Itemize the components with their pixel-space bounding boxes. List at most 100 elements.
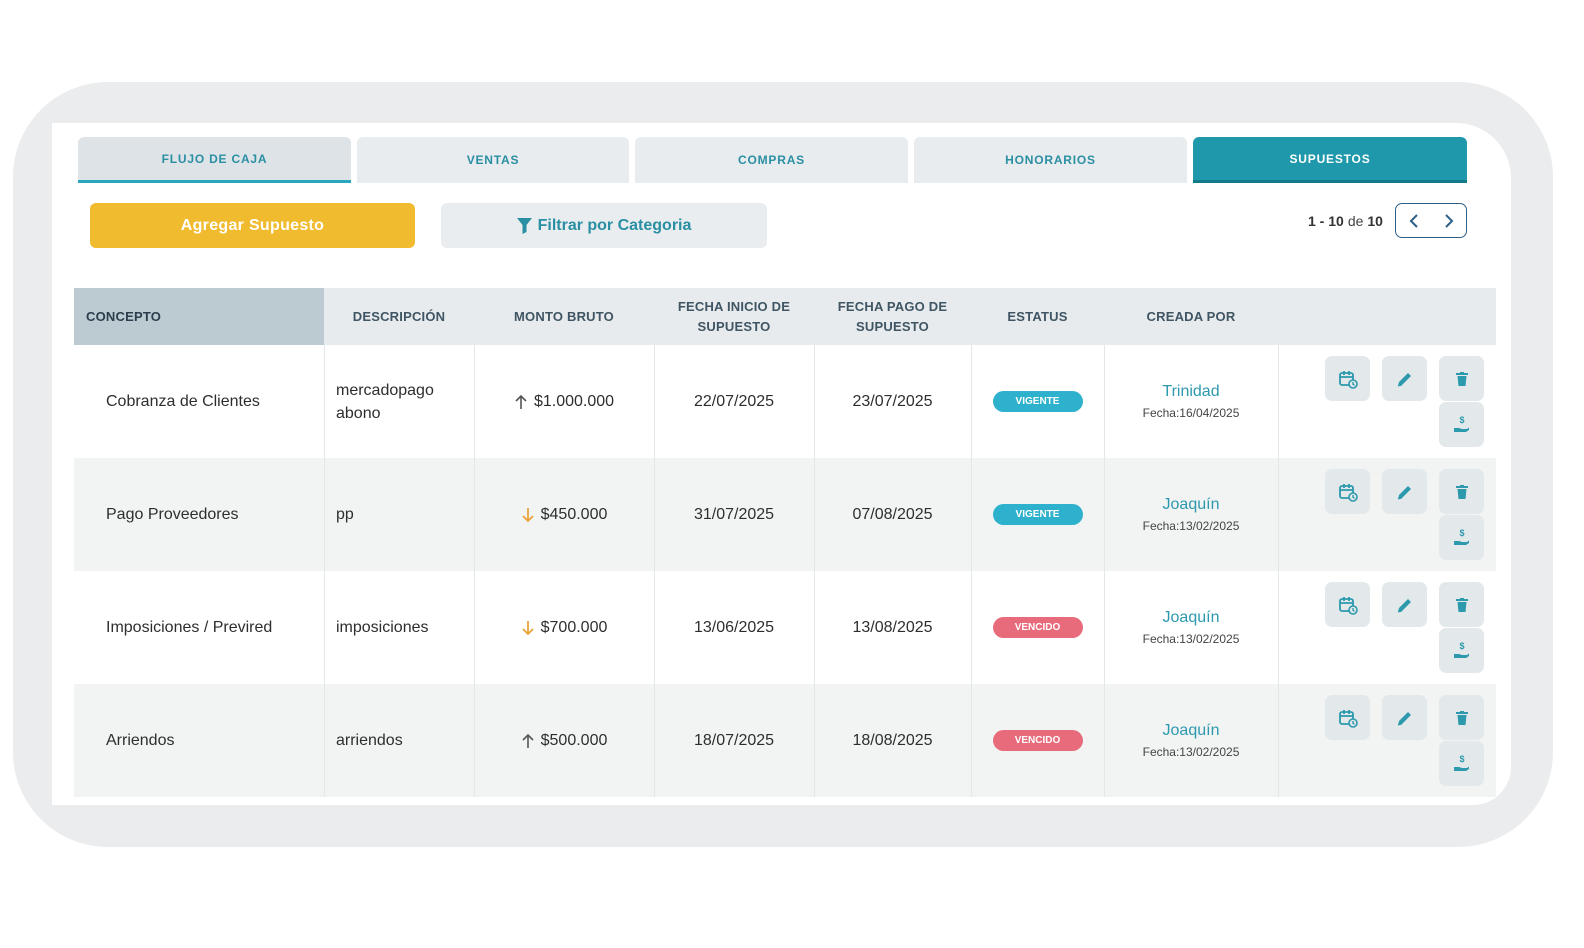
- col-header-fecha-inicio[interactable]: FECHA INICIO DE SUPUESTO: [654, 288, 814, 345]
- fecha-pago-text: 07/08/2025: [852, 505, 933, 523]
- status-badge: VENCIDO: [992, 730, 1083, 751]
- add-supuesto-button[interactable]: Agregar Supuesto: [90, 203, 415, 248]
- cell-fecha-inicio: 18/07/2025: [654, 684, 814, 797]
- cell-fecha-pago: 23/07/2025: [814, 345, 971, 458]
- col-header-descripcion[interactable]: DESCRIPCIÓN: [324, 288, 474, 345]
- hand-money-icon: $: [1452, 754, 1472, 774]
- arrow-up-icon: [514, 394, 528, 410]
- cell-descripcion: imposiciones: [336, 571, 476, 684]
- col-header-estatus[interactable]: ESTATUS: [971, 288, 1104, 345]
- creator-name[interactable]: Joaquín: [1163, 609, 1220, 627]
- creator-name[interactable]: Joaquín: [1163, 496, 1220, 514]
- pencil-icon: [1395, 482, 1415, 502]
- pay-button[interactable]: $: [1439, 402, 1484, 447]
- cell-monto: $1.000.000: [474, 345, 654, 458]
- edit-button[interactable]: [1382, 469, 1427, 514]
- table-header: CONCEPTO DESCRIPCIÓN MONTO BRUTO FECHA I…: [74, 288, 1496, 345]
- prev-page-button[interactable]: [1396, 204, 1431, 237]
- edit-button[interactable]: [1382, 356, 1427, 401]
- delete-button[interactable]: [1439, 469, 1484, 514]
- pay-button[interactable]: $: [1439, 741, 1484, 786]
- cell-monto: $500.000: [474, 684, 654, 797]
- cell-estatus: VENCIDO: [971, 684, 1104, 797]
- concepto-text: Cobranza de Clientes: [106, 392, 260, 410]
- table-row[interactable]: Arriendos arriendos $500.000 18/07/2025 18/0…: [74, 684, 1496, 797]
- delete-button[interactable]: [1439, 356, 1484, 401]
- cell-concepto: Cobranza de Clientes: [106, 345, 324, 458]
- hand-money-icon: $: [1452, 528, 1472, 548]
- pagination-range: 1 - 10: [1308, 213, 1344, 229]
- monto-text: $500.000: [540, 731, 608, 749]
- status-badge: VIGENTE: [992, 391, 1083, 412]
- hand-money-icon: $: [1452, 415, 1472, 435]
- cell-creada-por: Joaquín Fecha:13/02/2025: [1104, 458, 1278, 571]
- next-page-button[interactable]: [1431, 204, 1466, 237]
- reschedule-button[interactable]: [1325, 582, 1370, 627]
- creator-name[interactable]: Trinidad: [1162, 383, 1219, 401]
- delete-button[interactable]: [1439, 582, 1484, 627]
- table-row[interactable]: Pago Proveedores pp $450.000 31/07/2025 07/0…: [74, 458, 1496, 571]
- pay-button[interactable]: $: [1439, 515, 1484, 560]
- tab-ventas[interactable]: VENTAS: [357, 137, 629, 183]
- column-divider: [814, 345, 815, 797]
- reschedule-button[interactable]: [1325, 695, 1370, 740]
- fecha-inicio-text: 31/07/2025: [693, 505, 775, 523]
- created-date: Fecha:13/02/2025: [1142, 632, 1240, 646]
- filter-category-button[interactable]: Filtrar por Categoria: [441, 203, 767, 248]
- cell-fecha-inicio: 13/06/2025: [654, 571, 814, 684]
- svg-text:$: $: [1459, 528, 1464, 538]
- col-header-fecha-inicio-line1: FECHA INICIO DE: [677, 298, 791, 314]
- col-header-concepto[interactable]: CONCEPTO: [74, 288, 324, 345]
- cell-fecha-inicio: 22/07/2025: [654, 345, 814, 458]
- tab-compras[interactable]: COMPRAS: [635, 137, 908, 183]
- pagination-total: 10: [1367, 213, 1383, 229]
- chevron-left-icon: [1409, 213, 1418, 228]
- reschedule-button[interactable]: [1325, 469, 1370, 514]
- cell-estatus: VIGENTE: [971, 345, 1104, 458]
- cell-descripcion: mercadopago abono: [336, 345, 476, 458]
- creator-name[interactable]: Joaquín: [1163, 722, 1220, 740]
- cell-monto: $450.000: [474, 458, 654, 571]
- pencil-icon: [1395, 595, 1415, 615]
- arrow-down-icon: [521, 507, 535, 523]
- fecha-inicio-text: 18/07/2025: [693, 731, 775, 749]
- status-badge: VENCIDO: [992, 617, 1083, 638]
- calendar-repeat-icon: [1338, 708, 1358, 728]
- add-supuesto-label: Agregar Supuesto: [180, 216, 325, 234]
- col-header-creada-por[interactable]: CREADA POR: [1104, 288, 1278, 345]
- column-divider: [1104, 345, 1105, 797]
- column-divider: [654, 345, 655, 797]
- delete-button[interactable]: [1439, 695, 1484, 740]
- reschedule-button[interactable]: [1325, 356, 1370, 401]
- tab-supuestos[interactable]: SUPUESTOS: [1193, 137, 1467, 183]
- calendar-repeat-icon: [1338, 482, 1358, 502]
- table-row[interactable]: Cobranza de Clientes mercadopago abono $1.…: [74, 345, 1496, 458]
- pagination-of: de: [1347, 213, 1364, 229]
- app-screen: FLUJO DE CAJA VENTAS COMPRAS HONORARIOS …: [52, 123, 1511, 805]
- pencil-icon: [1395, 369, 1415, 389]
- svg-text:$: $: [1459, 641, 1464, 651]
- monto-text: $1.000.000: [533, 392, 615, 410]
- fecha-inicio-text: 13/06/2025: [693, 618, 775, 636]
- cell-creada-por: Trinidad Fecha:16/04/2025: [1104, 345, 1278, 458]
- descripcion-text: arriendos: [336, 732, 403, 749]
- arrow-down-icon: [521, 620, 535, 636]
- column-divider: [1278, 345, 1279, 797]
- fecha-pago-text: 18/08/2025: [852, 731, 933, 749]
- table-row[interactable]: Imposiciones / Previred imposiciones $700.…: [74, 571, 1496, 684]
- edit-button[interactable]: [1382, 695, 1427, 740]
- cell-descripcion: arriendos: [336, 684, 476, 797]
- cell-fecha-pago: 18/08/2025: [814, 684, 971, 797]
- calendar-repeat-icon: [1338, 595, 1358, 615]
- filter-icon: [516, 217, 532, 234]
- filter-category-label: Filtrar por Categoria: [537, 216, 692, 234]
- tab-flujo-de-caja[interactable]: FLUJO DE CAJA: [78, 137, 351, 183]
- pagination-summary: 1 - 10 de 10: [1308, 211, 1383, 231]
- col-header-monto[interactable]: MONTO BRUTO: [474, 288, 654, 345]
- pay-button[interactable]: $: [1439, 628, 1484, 673]
- col-header-fecha-pago-line1: FECHA PAGO DE: [837, 298, 948, 314]
- trash-icon: [1452, 595, 1472, 615]
- edit-button[interactable]: [1382, 582, 1427, 627]
- tab-honorarios[interactable]: HONORARIOS: [914, 137, 1187, 183]
- col-header-fecha-pago[interactable]: FECHA PAGO DE SUPUESTO: [814, 288, 971, 345]
